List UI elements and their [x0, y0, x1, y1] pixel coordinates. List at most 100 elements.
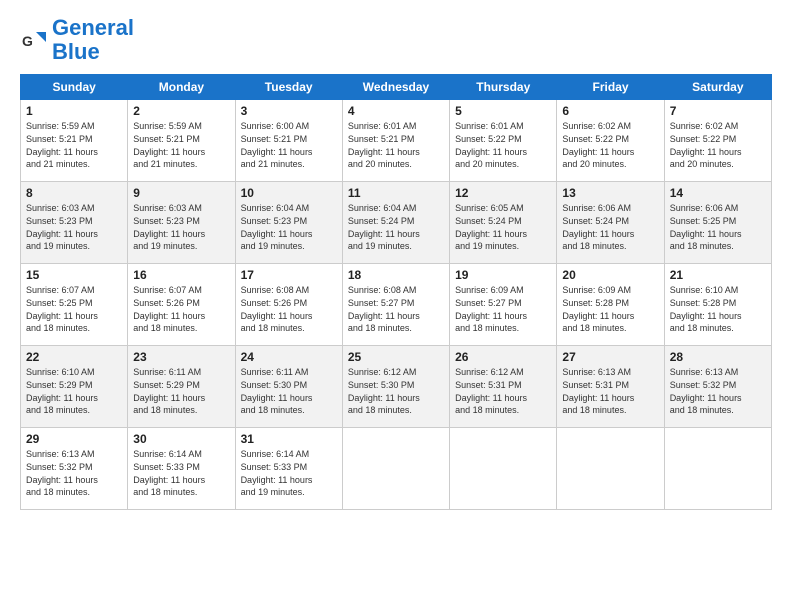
calendar-cell: 27Sunrise: 6:13 AM Sunset: 5:31 PM Dayli… [557, 346, 664, 428]
calendar-cell: 6 Sunrise: 6:02 AM Sunset: 5:22 PM Daylig… [557, 100, 664, 182]
calendar-cell: 26 Sunrise: 6:12 AM Sunset: 5:31 PM Dayli… [450, 346, 557, 428]
day-number: 21 [670, 268, 766, 282]
day-number: 29 [26, 432, 122, 446]
day-number: 7 [670, 104, 766, 118]
calendar-cell: 10 Sunrise: 6:04 AM Sunset: 5:23 PM Dayli… [235, 182, 342, 264]
weekday-header-tuesday: Tuesday [235, 75, 342, 100]
calendar-week-row: 15 Sunrise: 6:07 AM Sunset: 5:25 PM Dayli… [21, 264, 772, 346]
day-number: 13 [562, 186, 658, 200]
calendar-cell: 7Sunrise: 6:02 AM Sunset: 5:22 PM Daylig… [664, 100, 771, 182]
day-number: 10 [241, 186, 337, 200]
day-info: Sunrise: 5:59 AM Sunset: 5:21 PM Dayligh… [133, 120, 229, 170]
calendar-cell: 8Sunrise: 6:03 AM Sunset: 5:23 PM Daylig… [21, 182, 128, 264]
calendar-cell: 23 Sunrise: 6:11 AM Sunset: 5:29 PM Dayli… [128, 346, 235, 428]
day-number: 26 [455, 350, 551, 364]
logo-text: General Blue [52, 16, 134, 64]
calendar-cell: 13Sunrise: 6:06 AM Sunset: 5:24 PM Dayli… [557, 182, 664, 264]
day-number: 14 [670, 186, 766, 200]
calendar-cell: 29 Sunrise: 6:13 AM Sunset: 5:32 PM Dayli… [21, 428, 128, 510]
calendar-cell: 30Sunrise: 6:14 AM Sunset: 5:33 PM Dayli… [128, 428, 235, 510]
calendar-cell: 16 Sunrise: 6:07 AM Sunset: 5:26 PM Dayli… [128, 264, 235, 346]
day-info: Sunrise: 6:12 AM Sunset: 5:30 PM Dayligh… [348, 366, 444, 416]
weekday-header-thursday: Thursday [450, 75, 557, 100]
day-number: 2 [133, 104, 229, 118]
day-info: Sunrise: 6:03 AM Sunset: 5:23 PM Dayligh… [133, 202, 229, 252]
day-number: 5 [455, 104, 551, 118]
day-info: Sunrise: 6:13 AM Sunset: 5:31 PM Dayligh… [562, 366, 658, 416]
day-info: Sunrise: 6:05 AM Sunset: 5:24 PM Dayligh… [455, 202, 551, 252]
calendar-cell [450, 428, 557, 510]
day-info: Sunrise: 6:09 AM Sunset: 5:27 PM Dayligh… [455, 284, 551, 334]
weekday-header-monday: Monday [128, 75, 235, 100]
weekday-header-friday: Friday [557, 75, 664, 100]
calendar-cell: 31 Sunrise: 6:14 AM Sunset: 5:33 PM Dayli… [235, 428, 342, 510]
calendar-page: G General Blue SundayMondayTuesdayWednes… [0, 0, 792, 612]
calendar-cell: 17 Sunrise: 6:08 AM Sunset: 5:26 PM Dayli… [235, 264, 342, 346]
logo: G General Blue [20, 16, 134, 64]
calendar-cell: 2 Sunrise: 5:59 AM Sunset: 5:21 PM Daylig… [128, 100, 235, 182]
day-info: Sunrise: 6:09 AM Sunset: 5:28 PM Dayligh… [562, 284, 658, 334]
day-number: 6 [562, 104, 658, 118]
calendar-cell: 14 Sunrise: 6:06 AM Sunset: 5:25 PM Dayli… [664, 182, 771, 264]
day-info: Sunrise: 5:59 AM Sunset: 5:21 PM Dayligh… [26, 120, 122, 170]
day-number: 11 [348, 186, 444, 200]
day-number: 28 [670, 350, 766, 364]
day-number: 17 [241, 268, 337, 282]
calendar-body: 1 Sunrise: 5:59 AM Sunset: 5:21 PM Daylig… [21, 100, 772, 510]
calendar-cell: 28Sunrise: 6:13 AM Sunset: 5:32 PM Dayli… [664, 346, 771, 428]
day-info: Sunrise: 6:00 AM Sunset: 5:21 PM Dayligh… [241, 120, 337, 170]
day-number: 16 [133, 268, 229, 282]
calendar-cell: 24 Sunrise: 6:11 AM Sunset: 5:30 PM Dayli… [235, 346, 342, 428]
day-number: 20 [562, 268, 658, 282]
day-info: Sunrise: 6:07 AM Sunset: 5:26 PM Dayligh… [133, 284, 229, 334]
calendar-cell: 11Sunrise: 6:04 AM Sunset: 5:24 PM Dayli… [342, 182, 449, 264]
day-info: Sunrise: 6:13 AM Sunset: 5:32 PM Dayligh… [26, 448, 122, 498]
day-info: Sunrise: 6:07 AM Sunset: 5:25 PM Dayligh… [26, 284, 122, 334]
day-number: 25 [348, 350, 444, 364]
day-number: 23 [133, 350, 229, 364]
day-info: Sunrise: 6:14 AM Sunset: 5:33 PM Dayligh… [241, 448, 337, 498]
calendar-cell: 18Sunrise: 6:08 AM Sunset: 5:27 PM Dayli… [342, 264, 449, 346]
calendar-cell [664, 428, 771, 510]
day-number: 4 [348, 104, 444, 118]
calendar-cell: 9 Sunrise: 6:03 AM Sunset: 5:23 PM Daylig… [128, 182, 235, 264]
day-number: 8 [26, 186, 122, 200]
calendar-cell: 12 Sunrise: 6:05 AM Sunset: 5:24 PM Dayli… [450, 182, 557, 264]
day-info: Sunrise: 6:08 AM Sunset: 5:26 PM Dayligh… [241, 284, 337, 334]
day-info: Sunrise: 6:10 AM Sunset: 5:29 PM Dayligh… [26, 366, 122, 416]
day-info: Sunrise: 6:06 AM Sunset: 5:25 PM Dayligh… [670, 202, 766, 252]
calendar-cell: 19 Sunrise: 6:09 AM Sunset: 5:27 PM Dayli… [450, 264, 557, 346]
calendar-cell [342, 428, 449, 510]
weekday-header-wednesday: Wednesday [342, 75, 449, 100]
calendar-week-row: 29 Sunrise: 6:13 AM Sunset: 5:32 PM Dayli… [21, 428, 772, 510]
calendar-cell: 21 Sunrise: 6:10 AM Sunset: 5:28 PM Dayli… [664, 264, 771, 346]
calendar-week-row: 8 Sunrise: 6:03 AM Sunset: 5:23 PM Daylig… [21, 182, 772, 264]
day-info: Sunrise: 6:12 AM Sunset: 5:31 PM Dayligh… [455, 366, 551, 416]
day-info: Sunrise: 6:04 AM Sunset: 5:23 PM Dayligh… [241, 202, 337, 252]
page-header: G General Blue [20, 16, 772, 64]
calendar-cell: 15 Sunrise: 6:07 AM Sunset: 5:25 PM Dayli… [21, 264, 128, 346]
svg-text:G: G [22, 33, 33, 49]
day-number: 9 [133, 186, 229, 200]
calendar-week-row: 22 Sunrise: 6:10 AM Sunset: 5:29 PM Dayli… [21, 346, 772, 428]
day-number: 18 [348, 268, 444, 282]
day-number: 19 [455, 268, 551, 282]
day-info: Sunrise: 6:01 AM Sunset: 5:22 PM Dayligh… [455, 120, 551, 170]
day-number: 15 [26, 268, 122, 282]
day-info: Sunrise: 6:11 AM Sunset: 5:30 PM Dayligh… [241, 366, 337, 416]
day-info: Sunrise: 6:02 AM Sunset: 5:22 PM Dayligh… [562, 120, 658, 170]
day-info: Sunrise: 6:14 AM Sunset: 5:33 PM Dayligh… [133, 448, 229, 498]
day-number: 1 [26, 104, 122, 118]
day-number: 12 [455, 186, 551, 200]
weekday-header-sunday: Sunday [21, 75, 128, 100]
day-number: 22 [26, 350, 122, 364]
calendar-cell [557, 428, 664, 510]
day-number: 24 [241, 350, 337, 364]
calendar-cell: 1 Sunrise: 5:59 AM Sunset: 5:21 PM Daylig… [21, 100, 128, 182]
day-number: 31 [241, 432, 337, 446]
weekday-header-row: SundayMondayTuesdayWednesdayThursdayFrid… [21, 75, 772, 100]
calendar-week-row: 1 Sunrise: 5:59 AM Sunset: 5:21 PM Daylig… [21, 100, 772, 182]
day-info: Sunrise: 6:10 AM Sunset: 5:28 PM Dayligh… [670, 284, 766, 334]
calendar-table: SundayMondayTuesdayWednesdayThursdayFrid… [20, 74, 772, 510]
day-info: Sunrise: 6:11 AM Sunset: 5:29 PM Dayligh… [133, 366, 229, 416]
